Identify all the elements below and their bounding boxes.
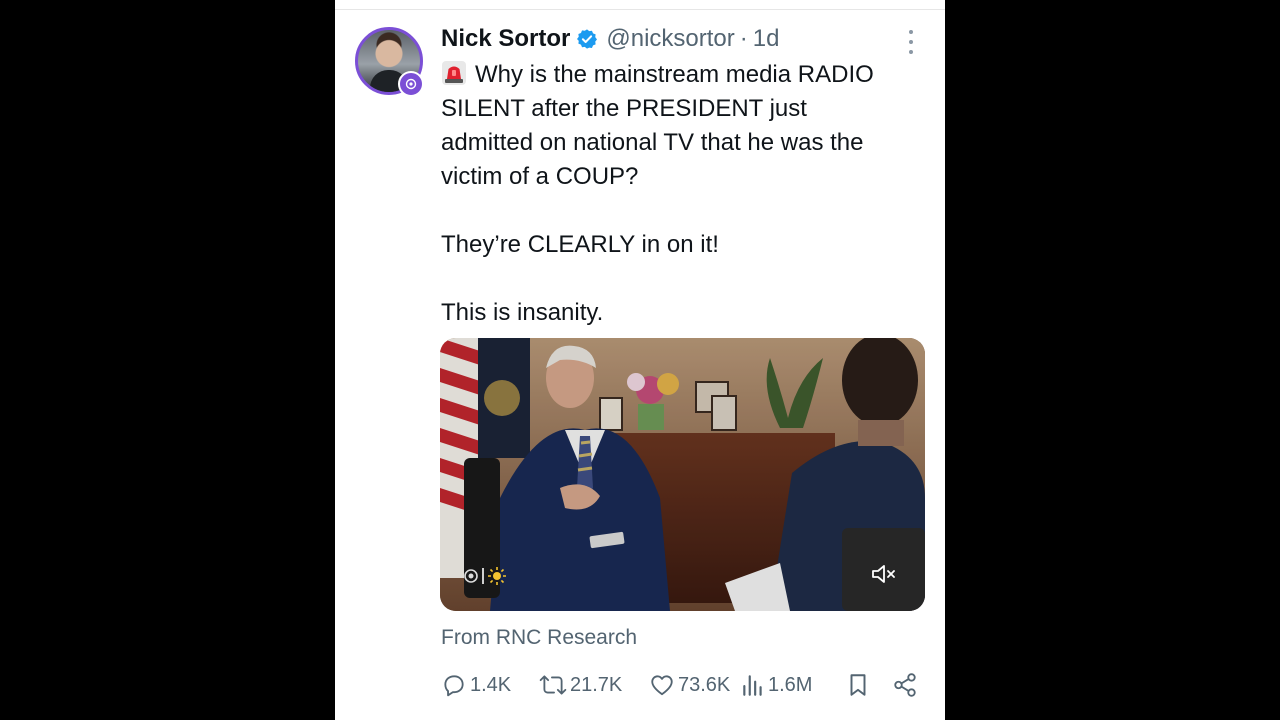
tweet-text-line: admitted on national TV that he was the [441, 129, 864, 156]
view-count: 1.6M [768, 673, 813, 696]
action-bar: 1.4K 21.7K 73.6K 1.6M [441, 668, 916, 702]
repost-icon [539, 675, 567, 695]
network-logo-icon [464, 567, 506, 585]
video-player[interactable] [440, 338, 925, 611]
tweet-text-line: SILENT after the PRESIDENT just [441, 95, 807, 122]
share-icon [894, 673, 916, 697]
tweet-card[interactable]: Nick Sortor @nicksortor · 1d Why is the … [335, 0, 945, 720]
share-button[interactable] [892, 668, 918, 702]
heart-icon [651, 675, 673, 696]
police-siren-icon [442, 61, 466, 85]
repost-count: 21.7K [570, 673, 623, 696]
repost-button[interactable]: 21.7K [539, 668, 622, 702]
tweet-text-line: They’re CLEARLY in on it! [441, 231, 719, 258]
reply-button[interactable]: 1.4K [441, 668, 511, 702]
bar-chart-icon [743, 675, 762, 696]
views-button[interactable]: 1.6M [741, 668, 812, 702]
tweet-header: Nick Sortor @nicksortor · 1d [441, 22, 779, 56]
author-name[interactable]: Nick Sortor [441, 25, 570, 53]
divider [335, 9, 945, 10]
tweet-text-line: This is insanity. [441, 299, 604, 326]
like-button[interactable]: 73.6K [649, 668, 730, 702]
avatar[interactable] [355, 27, 424, 97]
reply-count: 1.4K [470, 673, 512, 696]
video-frame: Nick Sortor @nicksortor · 1d Why is the … [0, 0, 1280, 720]
tweet-text-line: victim of a COUP? [441, 163, 639, 190]
video-thumbnail [440, 338, 925, 611]
reply-icon [444, 675, 464, 697]
video-attribution[interactable]: From RNC Research [441, 626, 637, 650]
volume-mute-icon[interactable] [869, 561, 899, 587]
like-count: 73.6K [678, 673, 731, 696]
more-vertical-icon[interactable] [903, 30, 919, 54]
bookmark-button[interactable] [846, 668, 870, 702]
tweet-text: Why is the mainstream media RADIO SILENT… [441, 58, 921, 330]
meta-separator: · [739, 25, 748, 52]
tweet-timestamp[interactable]: 1d [753, 25, 780, 53]
bookmark-icon [850, 674, 866, 696]
avatar-badge-icon [398, 71, 424, 97]
author-handle[interactable]: @nicksortor [606, 25, 734, 53]
verified-badge-icon [576, 28, 598, 50]
tweet-text-line: Why is the mainstream media RADIO [475, 61, 874, 88]
